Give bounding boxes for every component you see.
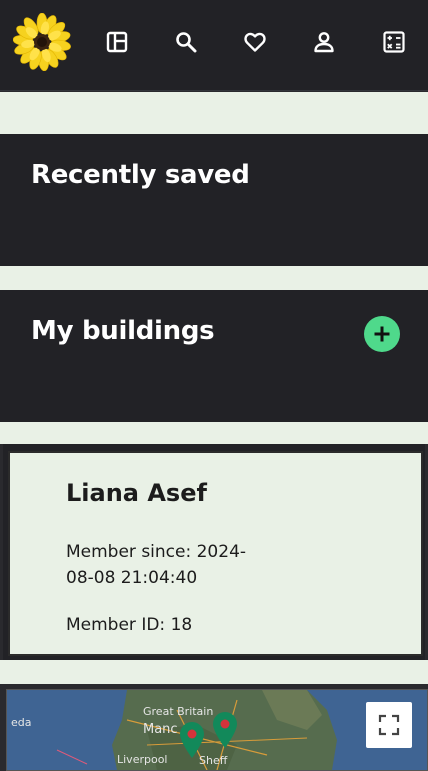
add-building-button[interactable] xyxy=(364,316,400,352)
spacer-strip xyxy=(0,92,428,134)
profile-name: Liana Asef xyxy=(66,479,207,507)
person-icon[interactable] xyxy=(311,29,337,55)
spacer-strip xyxy=(0,660,428,684)
recently-saved-panel: Recently saved xyxy=(0,134,428,266)
member-id: Member ID: 18 xyxy=(66,615,193,635)
map[interactable]: eda Great Britain Manc Liverpool Sheff xyxy=(6,689,428,771)
recently-saved-title: Recently saved xyxy=(31,160,250,190)
map-label: Great Britain xyxy=(143,705,214,718)
my-buildings-title: My buildings xyxy=(31,316,215,346)
member-since: Member since: 2024-08-08 21:04:40 xyxy=(66,542,247,588)
dashboard-icon[interactable] xyxy=(104,29,130,55)
search-icon[interactable] xyxy=(173,29,199,55)
map-marker-icon[interactable] xyxy=(210,710,240,750)
map-label: Manc xyxy=(143,722,178,737)
map-label: Liverpool xyxy=(117,753,168,766)
fullscreen-icon xyxy=(378,714,400,736)
my-buildings-panel: My buildings xyxy=(0,290,428,422)
spacer-strip xyxy=(0,422,428,444)
profile-card: Liana Asef Member since: 2024-08-08 21:0… xyxy=(8,451,423,656)
top-nav-bar xyxy=(0,0,428,91)
calculator-icon[interactable] xyxy=(381,29,407,55)
fullscreen-button[interactable] xyxy=(366,702,412,748)
sunflower-logo[interactable] xyxy=(12,12,71,72)
map-marker-icon[interactable] xyxy=(177,720,207,760)
plus-icon xyxy=(374,326,390,342)
map-label: eda xyxy=(11,716,32,729)
spacer-strip xyxy=(0,266,428,290)
heart-icon[interactable] xyxy=(242,29,268,55)
